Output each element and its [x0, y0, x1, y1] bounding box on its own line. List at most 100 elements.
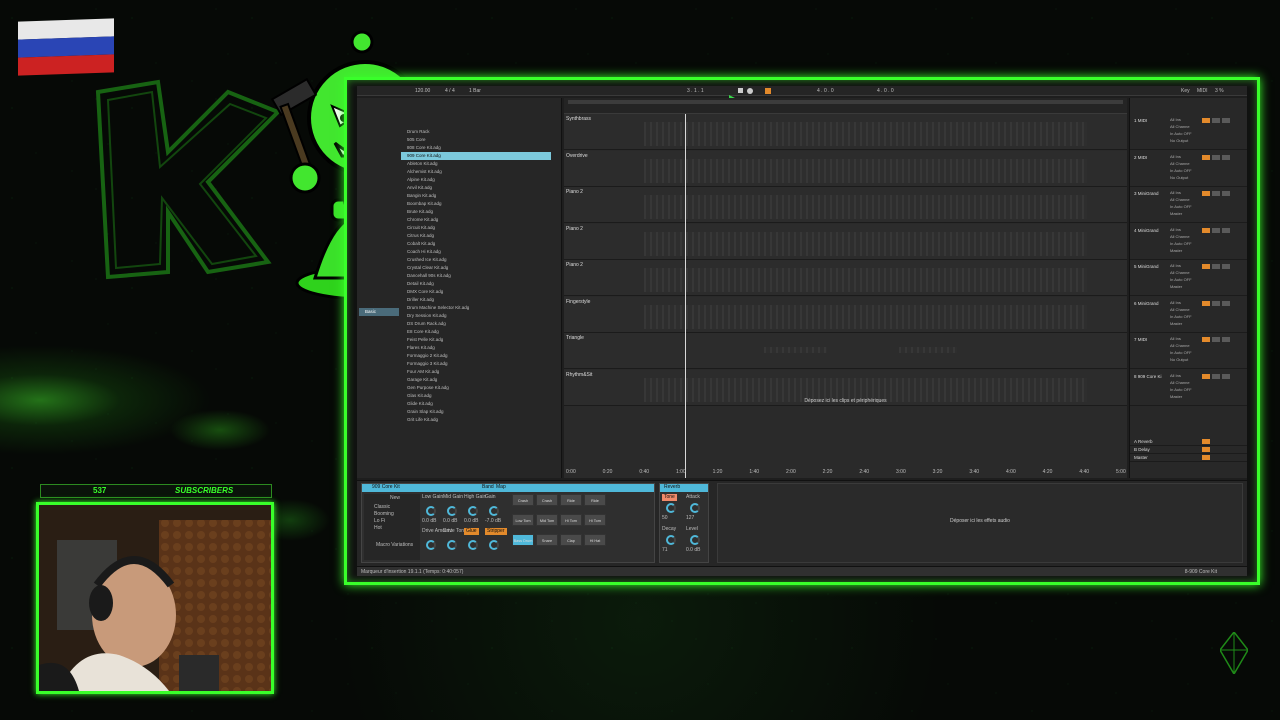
browser-item[interactable]: Chrome Kit.adg: [401, 216, 551, 224]
track-activator-button[interactable]: [1202, 264, 1210, 269]
browser-item[interactable]: Glas Kit.adg: [401, 392, 551, 400]
loop-length[interactable]: 4 . 0 . 0: [877, 88, 894, 95]
browser-item[interactable]: Grit Life Kit.adg: [401, 416, 551, 424]
rack-tab-map[interactable]: Map: [496, 484, 506, 491]
monitor-select[interactable]: In Auto OFF: [1170, 240, 1198, 247]
channel-select[interactable]: All Channe: [1170, 196, 1198, 203]
midi-clip[interactable]: [644, 158, 1087, 183]
browser-item[interactable]: 909 Core Kit.adg: [401, 152, 551, 160]
browser-item[interactable]: Drum Machine Selector Kit.adg: [401, 304, 551, 312]
solo-button[interactable]: [1212, 264, 1220, 269]
track-lane[interactable]: Triangle: [564, 333, 1127, 369]
drum-pad[interactable]: Hi Tom: [560, 514, 582, 526]
midi-map-button[interactable]: MIDI: [1197, 88, 1208, 95]
channel-name[interactable]: 3 MiniGrand: [1134, 191, 1159, 196]
solo-button[interactable]: [1212, 154, 1220, 160]
return-name[interactable]: A Reverb: [1134, 439, 1153, 444]
arm-button[interactable]: [1222, 154, 1230, 160]
fx-knob[interactable]: [666, 503, 676, 513]
channel-name[interactable]: 5 MiniGrand: [1134, 264, 1159, 269]
drum-pad[interactable]: Hi Tom: [584, 514, 606, 526]
channel-select[interactable]: All Channe: [1170, 342, 1198, 349]
browser-item[interactable]: Anvil Kit.adg: [401, 184, 551, 192]
browser-item[interactable]: DMX Core Kit.adg: [401, 288, 551, 296]
overview-bar[interactable]: [568, 100, 1123, 104]
browser-item[interactable]: Garage Kit.adg: [401, 376, 551, 384]
output-select[interactable]: Master: [1170, 283, 1198, 290]
channel-select[interactable]: All Channe: [1170, 233, 1198, 240]
drum-pad[interactable]: Hi Hat: [584, 534, 606, 546]
browser-item[interactable]: Alpine Kit.adg: [401, 176, 551, 184]
channel-select[interactable]: All Channe: [1170, 269, 1198, 276]
browser-item[interactable]: Driller Kit.adg: [401, 296, 551, 304]
drum-pad[interactable]: Low Tom: [512, 514, 534, 526]
return-name[interactable]: B Delay: [1134, 447, 1150, 452]
macro-knob[interactable]: [489, 540, 499, 550]
effects-drop-zone[interactable]: Déposer ici les effets audio: [717, 483, 1243, 563]
channel-select[interactable]: All Channe: [1170, 123, 1198, 130]
midi-clip[interactable]: [644, 304, 1087, 329]
return-activator-button[interactable]: [1202, 455, 1210, 460]
browser-item[interactable]: 808 Core Kit.adg: [401, 144, 551, 152]
return-activator-button[interactable]: [1202, 447, 1210, 452]
macro-knob[interactable]: [447, 540, 457, 550]
track-activator-button[interactable]: [1202, 337, 1210, 342]
key-map-button[interactable]: Key: [1181, 88, 1190, 95]
browser-item[interactable]: Detail Kit.adg: [401, 280, 551, 288]
arm-button[interactable]: [1222, 191, 1230, 196]
monitor-select[interactable]: In Auto OFF: [1170, 349, 1198, 356]
arm-button[interactable]: [1222, 373, 1230, 379]
macro-knob[interactable]: [426, 540, 436, 550]
monitor-select[interactable]: In Auto OFF: [1170, 276, 1198, 283]
track-lane[interactable]: Synthbrass: [564, 114, 1127, 150]
variation-item[interactable]: Hot: [374, 525, 414, 532]
browser-side-label[interactable]: Basic: [359, 308, 399, 316]
variation-item[interactable]: Lo Fi: [374, 518, 414, 525]
variation-item[interactable]: Classic: [374, 504, 414, 511]
rack-tab-band[interactable]: Band: [482, 484, 494, 491]
position-display-2[interactable]: 4 . 0 . 0: [817, 88, 834, 95]
time-signature[interactable]: 4 / 4: [445, 88, 455, 95]
channel-select[interactable]: All Channe: [1170, 379, 1198, 386]
output-select[interactable]: Master: [1170, 393, 1198, 400]
drum-pad[interactable]: Ride: [584, 494, 606, 506]
arm-button[interactable]: [1222, 264, 1230, 269]
macro-knob[interactable]: [468, 540, 478, 550]
playhead[interactable]: [685, 114, 686, 478]
browser-item[interactable]: Bangin Kit.adg: [401, 192, 551, 200]
browser-item[interactable]: Feist Pelle Kit.adg: [401, 336, 551, 344]
browser-item[interactable]: Glide Kit.adg: [401, 400, 551, 408]
monitor-select[interactable]: In Auto OFF: [1170, 167, 1198, 174]
output-select[interactable]: No Output: [1170, 356, 1198, 363]
macro-knob[interactable]: [468, 506, 478, 516]
monitor-select[interactable]: In Auto OFF: [1170, 203, 1198, 210]
browser-item[interactable]: Crystal Clear Kit.adg: [401, 264, 551, 272]
channel-select[interactable]: All Channe: [1170, 160, 1198, 167]
input-select[interactable]: All Ins: [1170, 299, 1198, 306]
channel-name[interactable]: 6 MiniGrand: [1134, 301, 1159, 306]
input-select[interactable]: All Ins: [1170, 116, 1198, 123]
solo-button[interactable]: [1212, 337, 1220, 342]
browser-item[interactable]: Dry Session Kit.adg: [401, 312, 551, 320]
browser-item[interactable]: Coach Hi Kit.adg: [401, 248, 551, 256]
output-select[interactable]: No Output: [1170, 174, 1198, 181]
browser-item[interactable]: Formaggio 2 Kit.adg: [401, 352, 551, 360]
play-icon[interactable]: [729, 88, 735, 101]
browser-item[interactable]: Drum Rack: [401, 128, 551, 136]
browser-item[interactable]: 505 Core: [401, 136, 551, 144]
record-icon[interactable]: [747, 88, 753, 94]
browser-item[interactable]: Gen Purpose Kit.adg: [401, 384, 551, 392]
channel-name[interactable]: 7 MIDI: [1134, 337, 1147, 342]
channel-name[interactable]: 4 MiniGrand: [1134, 228, 1159, 233]
midi-clip[interactable]: [644, 122, 1087, 146]
channel-name[interactable]: 1 MIDI: [1134, 118, 1147, 123]
arm-button[interactable]: [1222, 118, 1230, 123]
track-activator-button[interactable]: [1202, 300, 1210, 306]
browser-item[interactable]: DS Drum Rack.adg: [401, 320, 551, 328]
track-lane[interactable]: Fingerstyle: [564, 296, 1127, 333]
arm-button[interactable]: [1222, 337, 1230, 342]
track-activator-button[interactable]: [1202, 227, 1210, 233]
fx-knob[interactable]: [690, 535, 700, 545]
browser-item[interactable]: Crushed Ice Kit.adg: [401, 256, 551, 264]
browser-item[interactable]: E8 Core Kit.adg: [401, 328, 551, 336]
